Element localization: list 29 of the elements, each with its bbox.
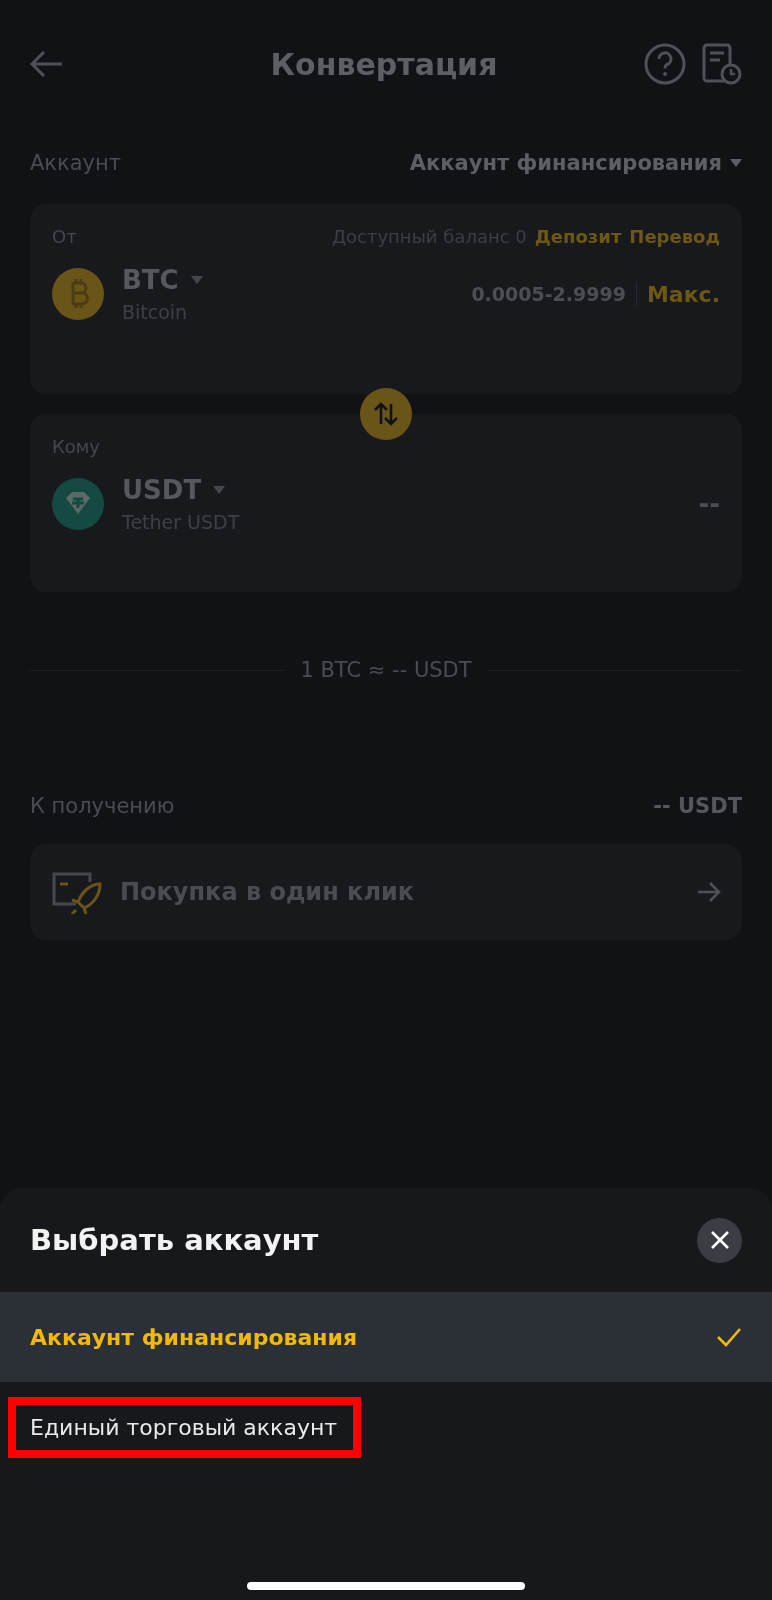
check-icon bbox=[716, 1327, 742, 1347]
amount-value: -- bbox=[698, 489, 720, 519]
sheet-title: Выбрать аккаунт bbox=[30, 1223, 319, 1257]
receive-value: -- USDT bbox=[653, 794, 742, 818]
caret-icon bbox=[213, 486, 226, 494]
swap-arrows-icon bbox=[372, 400, 400, 428]
action-link[interactable]: Депозит bbox=[534, 226, 622, 247]
coin-symbol[interactable]: BTC bbox=[122, 265, 179, 295]
back-arrow-icon[interactable] bbox=[30, 50, 64, 78]
account-label: Аккаунт bbox=[30, 151, 121, 175]
help-icon[interactable] bbox=[644, 43, 686, 85]
history-icon[interactable] bbox=[702, 43, 742, 85]
bitcoin-icon bbox=[52, 268, 104, 320]
account-option[interactable]: Единый торговый аккаунт bbox=[0, 1382, 772, 1472]
account-option[interactable]: Аккаунт финансирования bbox=[0, 1292, 772, 1382]
arrow-right-icon bbox=[696, 881, 722, 903]
max-button[interactable]: Макс. bbox=[646, 281, 720, 307]
exchange-rate: 1 BTC ≈ -- USDT bbox=[300, 658, 472, 682]
close-button[interactable] bbox=[697, 1217, 742, 1263]
action-link[interactable]: Перевод bbox=[629, 226, 720, 247]
caret-icon bbox=[190, 276, 203, 284]
close-icon bbox=[709, 1230, 730, 1250]
receive-label: К получению bbox=[30, 794, 175, 818]
rocket-card-icon bbox=[50, 870, 104, 914]
tether-icon bbox=[52, 478, 104, 530]
account-selector[interactable]: Аккаунт финансирования bbox=[409, 151, 722, 175]
coin-symbol[interactable]: USDT bbox=[122, 475, 202, 505]
caret-icon bbox=[730, 159, 742, 167]
page-title: Конвертация bbox=[269, 46, 499, 82]
